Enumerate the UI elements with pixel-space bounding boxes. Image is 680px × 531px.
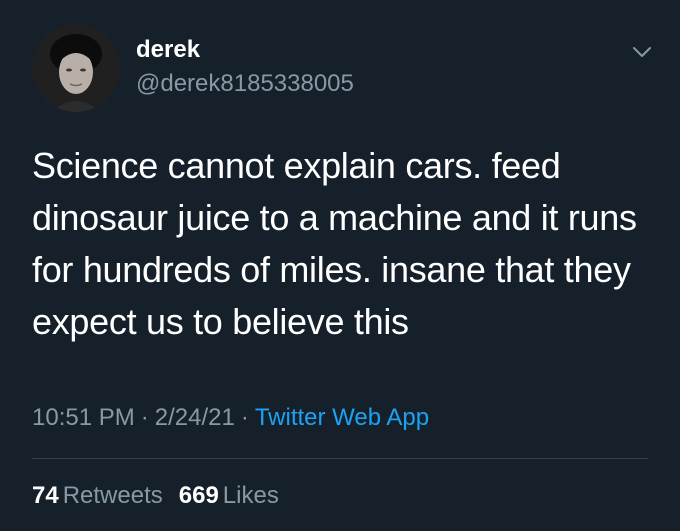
likes-stat[interactable]: 669 Likes (179, 482, 279, 509)
avatar[interactable] (32, 24, 120, 112)
author-names: derek @derek8185338005 (136, 36, 354, 100)
likes-label: Likes (222, 482, 279, 509)
tweet-meta: 10:51 PM · 2/24/21 · Twitter Web App (32, 402, 429, 434)
handle[interactable]: @derek8185338005 (136, 68, 354, 100)
tweet-header: derek @derek8185338005 (32, 24, 656, 112)
tweet-text: Science cannot explain cars. feed dinosa… (32, 145, 637, 342)
retweets-stat[interactable]: 74 Retweets (32, 482, 163, 509)
tweet-source-link[interactable]: Twitter Web App (255, 404, 429, 431)
retweets-label: Retweets (62, 482, 163, 509)
meta-separator: · (240, 404, 249, 431)
divider (32, 458, 648, 459)
likes-count: 669 (178, 482, 219, 509)
avatar-image (32, 24, 120, 112)
chevron-down-icon[interactable] (628, 38, 656, 66)
display-name[interactable]: derek (136, 36, 354, 64)
meta-separator: · (140, 404, 149, 431)
tweet-card: derek @derek8185338005 Science cannot ex… (0, 0, 680, 531)
retweets-count: 74 (32, 482, 59, 509)
tweet-time[interactable]: 10:51 PM (32, 404, 135, 431)
tweet-date[interactable]: 2/24/21 (155, 404, 235, 431)
tweet-stats: 74 Retweets 669 Likes (32, 480, 279, 512)
